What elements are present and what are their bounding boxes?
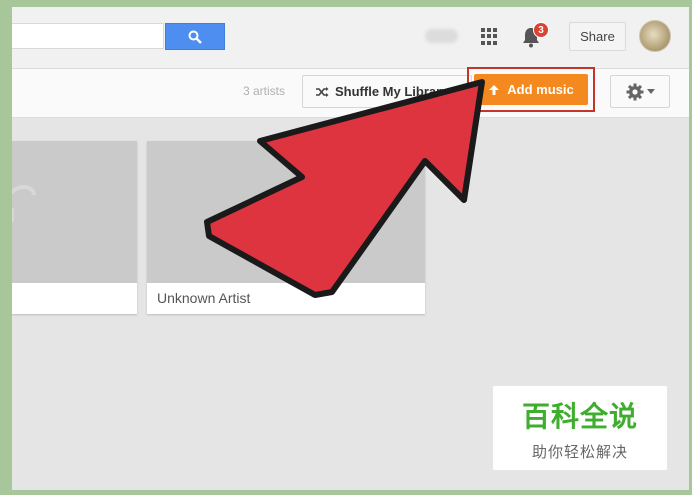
artist-artwork (147, 141, 425, 283)
chevron-down-icon (646, 89, 655, 94)
search-input[interactable] (12, 23, 164, 49)
shuffle-icon (316, 86, 329, 97)
artist-card[interactable]: Unknown Artist (147, 141, 425, 314)
blurred-username (425, 29, 458, 43)
top-bar: 3 Share (12, 7, 689, 69)
gear-icon (626, 83, 643, 100)
notification-badge: 3 (533, 22, 549, 38)
upload-arrow-icon (489, 84, 500, 95)
settings-menu-button[interactable] (610, 75, 670, 108)
search-icon (188, 30, 202, 44)
shuffle-library-label: Shuffle My Library (335, 84, 449, 99)
search-button[interactable] (165, 23, 225, 50)
add-music-label: Add music (507, 82, 574, 97)
artist-artwork (12, 141, 137, 283)
watermark-subtitle: 助你轻松解决 (531, 442, 628, 461)
watermark-title: 百科全说 (521, 399, 638, 433)
artist-card[interactable] (12, 141, 137, 314)
share-button[interactable]: Share (569, 22, 626, 51)
add-music-button[interactable]: Add music (474, 74, 588, 105)
watermark: 百科全说 助你轻松解决 (493, 386, 667, 470)
apps-grid-icon[interactable] (481, 28, 498, 45)
avatar[interactable] (639, 20, 671, 52)
headphones-icon (12, 185, 36, 223)
app-window: 3 Share 3 artists Shuffle My Library Add… (12, 7, 689, 490)
shuffle-library-button[interactable]: Shuffle My Library (302, 75, 472, 108)
artist-name: Unknown Artist (157, 290, 251, 306)
artist-count: 3 artists (243, 84, 286, 98)
